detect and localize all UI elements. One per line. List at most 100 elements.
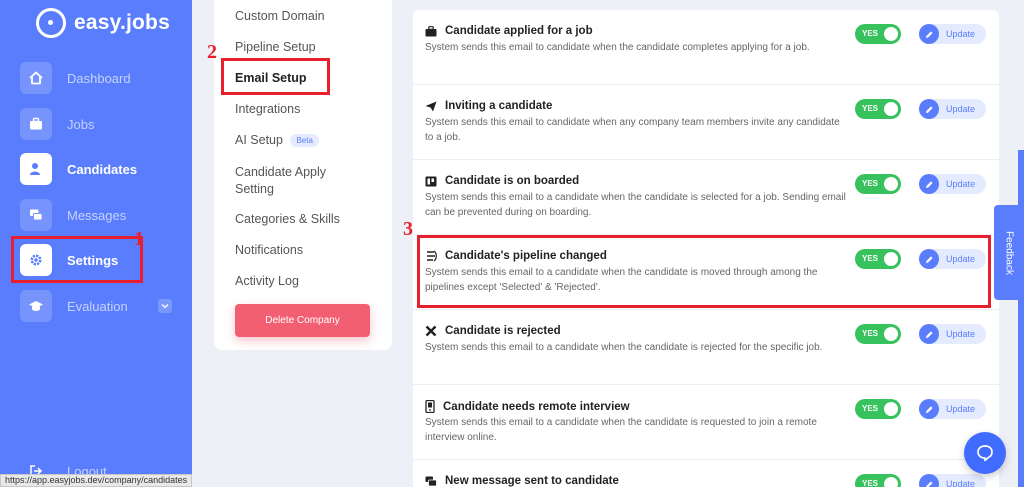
- update-button[interactable]: Update: [919, 324, 986, 344]
- highlight-pipeline-changed: [417, 235, 991, 308]
- update-label: Update: [946, 329, 976, 339]
- toggle-label: YES: [862, 104, 879, 113]
- list-item: Inviting a candidate System sends this e…: [413, 85, 999, 160]
- annotation-number-3: 3: [403, 218, 413, 240]
- phone-icon: [425, 400, 435, 413]
- email-title-text: Candidate needs remote interview: [443, 400, 630, 413]
- scrollbar[interactable]: [1018, 150, 1024, 487]
- email-toggle[interactable]: YES: [855, 24, 901, 44]
- sidebar-item-jobs[interactable]: Jobs: [20, 108, 94, 140]
- list-item: New message sent to candidate YES Update: [413, 460, 999, 487]
- menu-item-activity-log[interactable]: Activity Log: [235, 274, 299, 288]
- messages-icon: [425, 476, 437, 486]
- email-title: Candidate needs remote interview: [425, 400, 630, 413]
- annotation-number-2: 2: [207, 41, 217, 63]
- delete-company-button[interactable]: Delete Company: [235, 304, 370, 337]
- pencil-icon: [919, 324, 939, 344]
- toggle-knob: [884, 27, 898, 41]
- menu-item-candidate-apply-setting[interactable]: Candidate Apply Setting: [235, 164, 365, 198]
- home-icon: [20, 62, 52, 94]
- messages-icon: [20, 199, 52, 231]
- board-icon: [425, 176, 437, 186]
- email-description: System sends this email to candidate whe…: [425, 117, 840, 143]
- email-toggle[interactable]: YES: [855, 474, 901, 487]
- paper-plane-icon: [425, 101, 437, 111]
- app-name: easy.jobs: [74, 11, 170, 34]
- feedback-label: Feedback: [1003, 230, 1015, 275]
- pencil-icon: [919, 24, 939, 44]
- email-toggle[interactable]: YES: [855, 324, 901, 344]
- toggle-label: YES: [862, 29, 879, 38]
- menu-item-integrations[interactable]: Integrations: [235, 102, 300, 116]
- update-button[interactable]: Update: [919, 24, 986, 44]
- menu-item-label: AI Setup: [235, 133, 283, 147]
- sidebar-item-evaluation[interactable]: Evaluation: [20, 290, 180, 322]
- list-item: Candidate is on boarded System sends thi…: [413, 160, 999, 235]
- pencil-icon: [919, 174, 939, 194]
- sidebar-item-label: Dashboard: [67, 70, 131, 86]
- menu-item-categories-skills[interactable]: Categories & Skills: [235, 212, 340, 226]
- menu-item-notifications[interactable]: Notifications: [235, 243, 303, 257]
- email-toggle[interactable]: YES: [855, 174, 901, 194]
- menu-item-ai-setup[interactable]: AI Setup Beta: [235, 133, 319, 148]
- email-toggle[interactable]: YES: [855, 99, 901, 119]
- status-url: https://app.easyjobs.dev/company/candida…: [0, 474, 193, 487]
- toggle-knob: [884, 477, 898, 487]
- sidebar-item-candidates[interactable]: Candidates: [20, 153, 137, 185]
- briefcase-icon: [20, 108, 52, 140]
- toggle-knob: [884, 402, 898, 416]
- sidebar-item-messages[interactable]: Messages: [20, 199, 126, 231]
- user-icon: [20, 153, 52, 185]
- email-toggle[interactable]: YES: [855, 399, 901, 419]
- chat-bubble-icon: [977, 445, 993, 462]
- email-title-text: Candidate applied for a job: [445, 25, 593, 37]
- chat-button[interactable]: [964, 432, 1006, 474]
- update-button[interactable]: Update: [919, 174, 986, 194]
- feedback-tab[interactable]: Feedback: [994, 205, 1024, 300]
- chevron-down-icon[interactable]: [158, 299, 172, 313]
- beta-badge: Beta: [290, 134, 319, 148]
- email-title: Candidate is on boarded: [425, 175, 579, 187]
- logo[interactable]: easy.jobs: [36, 8, 170, 38]
- list-item: Candidate is rejected System sends this …: [413, 310, 999, 385]
- email-description: System sends this email to a candidate w…: [425, 342, 823, 353]
- email-description: System sends this email to a candidate w…: [425, 192, 846, 218]
- graduation-cap-icon: [20, 290, 52, 322]
- toggle-label: YES: [862, 404, 879, 413]
- annotation-number-1: 1: [134, 228, 144, 250]
- email-title: Candidate is rejected: [425, 325, 561, 337]
- toggle-label: YES: [862, 329, 879, 338]
- highlight-email-setup: [221, 58, 330, 95]
- email-title: New message sent to candidate: [425, 475, 619, 487]
- update-button[interactable]: Update: [919, 399, 986, 419]
- email-description: System sends this email to a candidate w…: [425, 417, 817, 443]
- menu-item-pipeline-setup[interactable]: Pipeline Setup: [235, 40, 316, 54]
- update-button[interactable]: Update: [919, 99, 986, 119]
- toggle-knob: [884, 177, 898, 191]
- sidebar-item-label: Evaluation: [67, 298, 128, 314]
- toggle-knob: [884, 102, 898, 116]
- email-description: System sends this email to candidate whe…: [425, 42, 810, 53]
- toggle-label: YES: [862, 479, 879, 487]
- list-item: Candidate needs remote interview System …: [413, 385, 999, 460]
- update-label: Update: [946, 404, 976, 414]
- toggle-knob: [884, 327, 898, 341]
- email-title: Inviting a candidate: [425, 100, 552, 112]
- menu-item-custom-domain[interactable]: Custom Domain: [235, 9, 325, 23]
- highlight-settings: [11, 236, 143, 283]
- update-button[interactable]: Update: [919, 474, 986, 487]
- sidebar-item-label: Candidates: [67, 161, 138, 177]
- email-title-text: New message sent to candidate: [445, 475, 619, 487]
- update-label: Update: [946, 104, 976, 114]
- logo-icon: [36, 8, 66, 38]
- pencil-icon: [919, 99, 939, 119]
- close-icon: [425, 325, 437, 337]
- update-label: Update: [946, 479, 976, 487]
- sidebar-item-label: Jobs: [67, 116, 95, 132]
- email-title-text: Inviting a candidate: [445, 100, 553, 112]
- sidebar-item-dashboard[interactable]: Dashboard: [20, 62, 131, 94]
- settings-menu: Custom Domain Pipeline Setup Email Setup…: [214, 0, 392, 350]
- briefcase-icon: [425, 25, 437, 36]
- pencil-icon: [919, 474, 939, 487]
- toggle-label: YES: [862, 179, 879, 188]
